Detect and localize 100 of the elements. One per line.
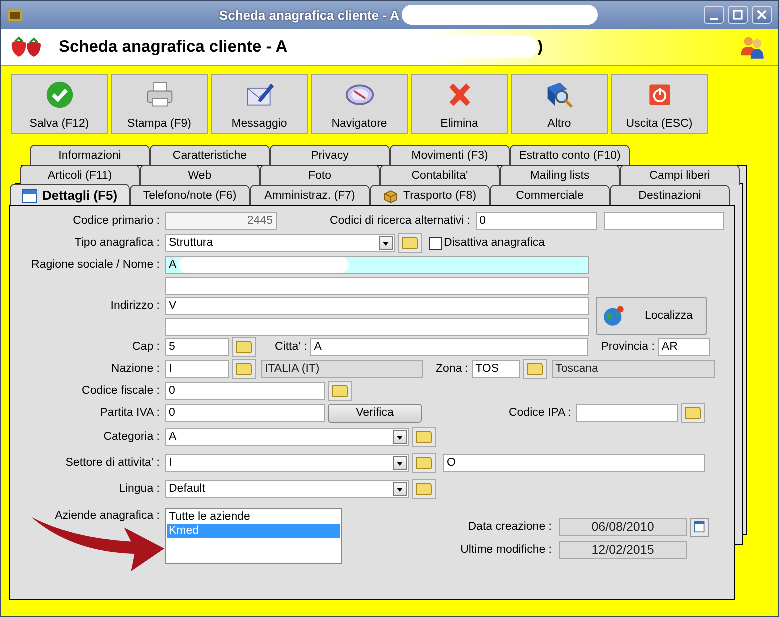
input-field[interactable] [576,404,678,422]
field-label: Codice fiscale : [81,385,161,397]
folder-button[interactable] [681,403,706,423]
tab[interactable]: Foto [260,165,380,185]
folder-icon [236,341,252,353]
calendar-icon [22,188,38,204]
page-title: Scheda anagrafica cliente - A [59,38,288,56]
field-label: Citta' : [275,341,308,353]
checkbox-label: Disattiva anagrafica [444,237,545,249]
tab[interactable]: Commerciale [490,185,610,205]
folder-icon [236,363,252,375]
checkbox[interactable] [429,236,442,250]
toolbar-button[interactable]: Stampa (F9) [111,74,208,134]
tab[interactable]: Privacy [270,145,390,165]
toolbar-button[interactable]: Messaggio [211,74,308,134]
calendar-button[interactable] [690,518,709,536]
input-field[interactable]: I [165,360,229,378]
folder-button[interactable] [412,427,436,447]
folder-button[interactable] [232,359,256,379]
field-label: Cap : [132,341,161,353]
readonly-field: Toscana [552,360,715,378]
tab[interactable]: Contabilita' [380,165,500,185]
tab[interactable]: Campi liberi [620,165,740,185]
toolbar-button[interactable]: Uscita (ESC) [611,74,708,134]
verify-button[interactable]: Verifica [328,404,422,422]
toolbar-button[interactable]: Navigatore [311,74,408,134]
input-field[interactable]: O [443,454,705,472]
tab[interactable]: Dettagli (F5) [10,184,130,206]
field-label: Codice IPA : [509,407,572,419]
maximize-button[interactable] [728,6,748,24]
tab[interactable]: Informazioni [30,145,150,165]
folder-icon [416,431,432,443]
parcel-icon [383,188,400,204]
input-field[interactable]: 5 [165,338,229,356]
tab[interactable]: Articoli (F11) [20,165,140,185]
folder-icon [402,237,418,249]
tab[interactable]: Telefono/note (F6) [130,185,250,205]
minimize-icon [710,18,718,20]
folder-button[interactable] [522,359,547,379]
app-icon [7,7,23,23]
field-label: Partita IVA : [99,407,161,419]
tab[interactable]: Movimenti (F3) [390,145,510,165]
dropdown[interactable]: I [165,454,409,472]
field-label: Nazione : [110,363,161,375]
field-label: Indirizzo : [110,300,161,312]
tab[interactable]: Web [140,165,260,185]
dropdown[interactable]: Struttura [165,234,395,252]
tab[interactable]: Caratteristiche [150,145,270,165]
field-label: Zona : [436,363,469,375]
folder-button[interactable] [412,453,436,473]
locate-button[interactable]: Localizza [596,296,707,334]
dropdown[interactable]: A [165,428,409,446]
folder-icon [332,385,348,397]
field-label: Settore di attivita' : [64,457,161,469]
field-label: Ragione sociale / Nome : [30,259,161,271]
tab[interactable]: Destinazioni [610,185,730,205]
calendar-icon [694,521,706,533]
input-field[interactable]: TOS [472,360,520,378]
input-field[interactable]: A [165,256,589,274]
input-field[interactable] [165,318,589,336]
field-label: Provincia : [601,341,655,353]
readonly-field: ITALIA (IT) [261,360,423,378]
maximize-icon [733,10,743,20]
folder-icon [526,363,543,375]
list-item[interactable]: Tutte le aziende [167,510,340,524]
tab[interactable]: Amministraz. (F7) [250,185,370,205]
folder-button[interactable] [328,381,352,401]
input-field[interactable]: 2445 [165,212,277,230]
input-field[interactable]: 0 [165,404,325,422]
field-label: Codici di ricerca alternativi : [330,215,471,227]
folder-icon [416,483,432,495]
folder-button[interactable] [398,233,422,253]
toolbar-button[interactable]: Elimina [411,74,508,134]
folder-button[interactable] [412,479,436,499]
globe-icon [603,304,625,326]
input-field[interactable]: 0 [165,382,325,400]
minimize-button[interactable] [704,6,724,24]
input-field[interactable]: V [165,297,589,315]
input-field[interactable]: A [310,338,588,356]
input-field[interactable]: 0 [476,212,597,230]
folder-icon [685,407,702,419]
field-label: Tipo anagrafica : [74,237,161,249]
page-title-end: ) [538,38,544,56]
tab[interactable]: Mailing lists [500,165,620,185]
field-label: Codice primario : [72,215,161,227]
field-label: Categoria : [102,431,161,443]
tab[interactable]: Trasporto (F8) [370,185,490,205]
folder-button[interactable] [232,337,256,357]
input-field[interactable] [604,212,724,230]
field-label: Data creazione : [467,521,552,533]
input-field[interactable] [165,276,589,294]
close-button[interactable] [752,6,772,24]
toolbar-button[interactable]: Salva (F12) [11,74,108,134]
input-field[interactable]: AR [658,338,710,356]
dropdown[interactable]: Default [165,480,409,498]
tab[interactable]: Estratto conto (F10) [510,145,630,165]
toolbar-button[interactable]: Altro [511,74,608,134]
field-label: Aziende anagrafica : [54,510,161,522]
date-field: 06/08/2010 [559,518,687,536]
folder-icon [416,457,432,469]
